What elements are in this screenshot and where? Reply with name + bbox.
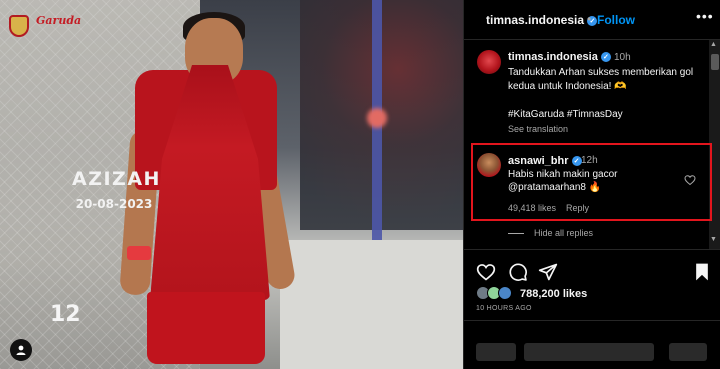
comment-username-text[interactable]: asnawi_bhr (508, 155, 569, 167)
caption-hashtags[interactable]: #KitaGaruda #TimnasDay (508, 109, 623, 120)
bookmark-icon[interactable] (692, 262, 712, 282)
follow-button[interactable]: Follow (597, 13, 635, 27)
stadium-light (367, 108, 387, 128)
post-likes-count[interactable]: 788,200 likes (520, 288, 587, 300)
player-shorts (147, 292, 265, 364)
scroll-up-arrow-icon[interactable]: ▲ (710, 41, 717, 48)
comment-time: 12h (581, 155, 598, 166)
liker-avatar[interactable] (498, 286, 512, 300)
blurred-comment-input (524, 343, 654, 361)
post-header: timnas.indonesia ✓ • Follow ••• (464, 0, 720, 40)
caption-username[interactable]: timnas.indonesia ✓ (508, 51, 611, 63)
jersey-name-text: AZIZAH (72, 168, 161, 190)
garuda-logo: Garuda (36, 14, 82, 27)
comment-heart-icon[interactable] (684, 174, 696, 186)
jersey-date-text: 20-08-2023 (75, 197, 153, 211)
blurred-post-button (669, 343, 707, 361)
post-side-panel: timnas.indonesia ✓ • Follow ••• ▲ ▼ timn… (463, 0, 720, 369)
scroll-down-arrow-icon[interactable]: ▼ (710, 236, 717, 243)
comment-reply-button[interactable]: Reply (566, 203, 589, 213)
user-tag-icon[interactable] (10, 339, 32, 361)
header-username[interactable]: timnas.indonesia ✓ (486, 13, 598, 27)
asnawi-avatar[interactable] (477, 153, 501, 177)
share-icon[interactable] (538, 262, 558, 282)
caption-time: 10h (614, 52, 631, 63)
caption-text: Tandukkan Arhan sukses memberikan gol ke… (508, 67, 694, 92)
post-time-ago: 10 HOURS AGO (476, 305, 532, 312)
hide-replies-line (508, 233, 524, 234)
advertising-board (280, 240, 463, 369)
add-comment-area[interactable] (464, 320, 720, 369)
header-username-text[interactable]: timnas.indonesia (486, 13, 584, 27)
heart-icon[interactable] (476, 262, 496, 282)
shorts-number: 12 (50, 302, 81, 327)
header-separator: • (587, 12, 592, 26)
scroll-thumb[interactable] (711, 54, 719, 70)
more-options-icon[interactable]: ••• (696, 8, 714, 24)
hide-replies-button[interactable]: Hide all replies (534, 228, 593, 238)
verified-badge-icon: ✓ (600, 52, 611, 63)
wristband (127, 246, 151, 260)
post-actions: 788,200 likes 10 HOURS AGO (464, 249, 720, 369)
comment-username[interactable]: asnawi_bhr ✓ (508, 155, 582, 167)
comment-text: Habis nikah makin gacor @pratamaarhan8 🔥 (508, 169, 618, 193)
comment-icon[interactable] (508, 262, 528, 282)
comment-likes[interactable]: 49,418 likes (508, 203, 556, 213)
post-photo[interactable]: AZIZAH 20-08-2023 12 Garuda (0, 0, 463, 369)
blurred-emoji-button (476, 343, 516, 361)
federation-crest-icon (9, 15, 29, 37)
liker-avatars[interactable] (476, 286, 518, 302)
timnas-avatar[interactable] (477, 50, 501, 74)
see-translation-link[interactable]: See translation (508, 124, 568, 134)
caption-username-text[interactable]: timnas.indonesia (508, 51, 598, 63)
